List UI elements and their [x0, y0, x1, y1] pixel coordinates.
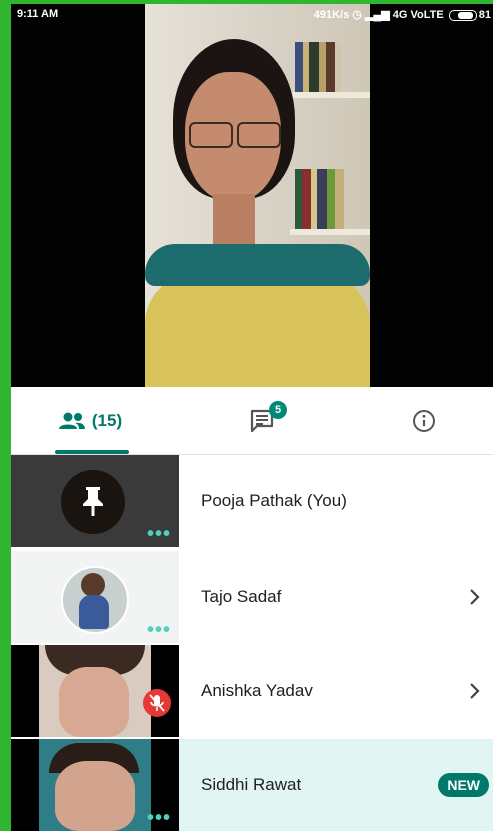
participant-video-feed	[39, 739, 151, 831]
participant-video-feed	[39, 645, 151, 737]
network-type: 4G VoLTE	[392, 9, 444, 21]
meet-app-screen: 9:11 AM 491K/s ◷ ▂▄▆ 4G VoLTE 81 (15) 5 …	[11, 4, 493, 831]
participant-name: Siddhi Rawat	[201, 775, 302, 794]
participant-name: Pooja Pathak (You)	[201, 491, 347, 510]
people-count: (15)	[91, 410, 123, 430]
participant-thumbnail: •••	[11, 739, 179, 831]
participant-thumbnail	[11, 645, 179, 737]
participant-row[interactable]: ••• Siddhi Rawat NEW	[11, 739, 493, 831]
chevron-right-icon[interactable]	[465, 679, 485, 703]
chat-unread-badge: 5	[269, 401, 287, 419]
pin-icon	[83, 487, 103, 516]
participant-row[interactable]: ••• Pooja Pathak (You)	[11, 455, 493, 547]
alarm-icon: ◷	[352, 9, 362, 21]
tab-chat[interactable]: 5	[233, 387, 293, 454]
info-icon	[413, 409, 435, 432]
network-speed: 491K/s	[313, 9, 350, 21]
participant-row[interactable]: ••• Tajo Sadaf	[11, 551, 493, 643]
muted-mic-icon	[143, 689, 171, 717]
status-bar: 9:11 AM 491K/s ◷ ▂▄▆ 4G VoLTE 81	[11, 4, 493, 24]
participant-thumbnail: •••	[11, 455, 179, 547]
more-options-icon[interactable]: •••	[147, 524, 171, 544]
main-video[interactable]	[11, 4, 493, 387]
battery-icon	[448, 9, 477, 21]
people-icon	[58, 412, 85, 429]
participant-name: Anishka Yadav	[201, 681, 313, 700]
new-badge: NEW	[438, 773, 489, 797]
presenter-video-feed	[145, 4, 370, 387]
more-options-icon[interactable]: •••	[147, 620, 171, 640]
battery-level: 81	[478, 9, 491, 21]
participant-thumbnail: •••	[11, 551, 179, 643]
participant-row[interactable]: Anishka Yadav	[11, 645, 493, 737]
signal-icon: ▂▄▆	[364, 9, 390, 21]
tab-people[interactable]: (15)	[47, 387, 133, 454]
chevron-right-icon[interactable]	[465, 585, 485, 609]
status-time: 9:11 AM	[17, 8, 59, 20]
tab-bar: (15) 5	[11, 387, 493, 455]
participant-list: ••• Pooja Pathak (You) ••• Tajo Sadaf An…	[11, 455, 493, 831]
more-options-icon[interactable]: •••	[147, 808, 171, 828]
participant-name: Tajo Sadaf	[201, 587, 282, 606]
tab-info[interactable]	[403, 387, 445, 454]
status-indicators: 491K/s ◷ ▂▄▆ 4G VoLTE 81	[314, 8, 491, 21]
active-tab-indicator	[55, 450, 129, 454]
